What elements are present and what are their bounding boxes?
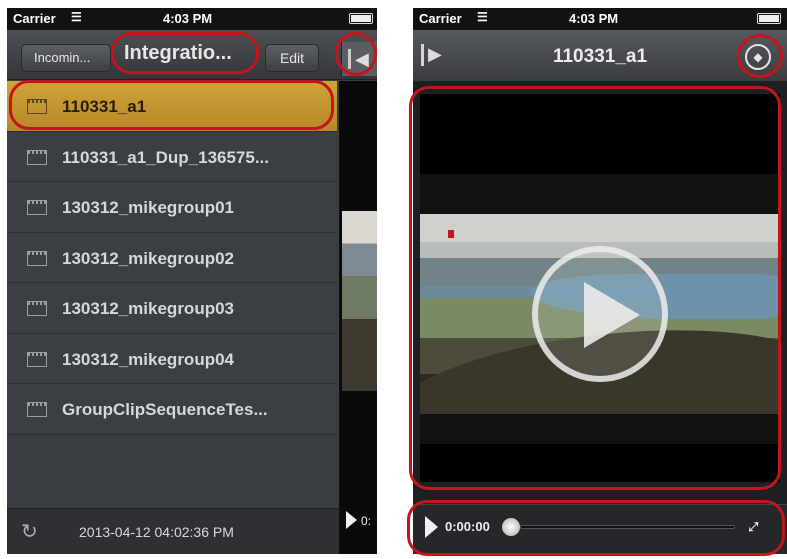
scrub-track[interactable] — [520, 525, 735, 529]
group-clip-icon — [27, 402, 47, 417]
carrier-label: Carrier — [13, 11, 56, 26]
clip-name: 130312_mikegroup03 — [62, 299, 234, 318]
navigation-bar: Incomin... Integratio... Edit ◀ — [7, 30, 377, 80]
list-item[interactable]: 110331_a1_Dup_136575... — [7, 131, 337, 182]
clip-name: 130312_mikegroup04 — [62, 349, 234, 369]
clip-list: 110331_a1 110331_a1_Dup_136575... 130312… — [7, 81, 337, 435]
current-time: 0:00:00 — [445, 519, 490, 534]
clip-name: 110331_a1_Dup_136575... — [62, 147, 270, 167]
fullscreen-icon[interactable]: ↕ — [741, 513, 767, 539]
battery-icon — [349, 13, 373, 24]
right-phone-screen: Carrier ☰ 4:03 PM ▶ 110331_a1 ◆ 0:00:00 … — [413, 8, 787, 554]
clip-name: 130312_mikegroup01 — [62, 198, 234, 217]
clip-icon — [27, 250, 47, 266]
clip-name: 110331_a1 — [62, 97, 147, 116]
play-icon[interactable] — [425, 516, 438, 538]
arrow-left-icon: ◀ — [355, 49, 369, 69]
wifi-icon: ☰ — [477, 10, 488, 24]
list-item[interactable]: 130312_mikegroup02 — [7, 232, 337, 283]
settings-icon[interactable]: ◆ — [745, 44, 771, 70]
list-item[interactable]: GroupClipSequenceTes... — [7, 384, 337, 435]
refresh-icon[interactable]: ↻ — [21, 519, 38, 544]
page-title[interactable]: Integratio... — [124, 42, 232, 65]
back-button[interactable]: Incomin... — [21, 44, 111, 72]
status-bar: Carrier ☰ 4:03 PM — [413, 8, 787, 30]
preview-time-fragment: 0: — [361, 514, 372, 528]
status-time: 4:03 PM — [569, 11, 619, 26]
list-item[interactable]: 110331_a1 — [7, 81, 337, 132]
wifi-icon: ☰ — [71, 10, 82, 24]
video-marker — [448, 230, 454, 238]
collapse-panel-icon — [348, 49, 351, 69]
play-button[interactable] — [532, 246, 668, 382]
battery-icon — [757, 13, 781, 24]
letterbox-bottom — [420, 414, 780, 444]
navigation-bar: ▶ 110331_a1 ◆ — [413, 30, 787, 82]
clip-icon — [27, 351, 47, 367]
clip-title: 110331_a1 — [552, 46, 648, 67]
clip-icon — [27, 200, 47, 215]
list-item[interactable]: 130312_mikegroup03 — [7, 283, 337, 334]
edit-button[interactable]: Edit — [265, 44, 319, 72]
left-phone-screen: Carrier ☰ 4:03 PM Incomin... Integratio.… — [7, 8, 377, 554]
clip-icon — [27, 301, 47, 316]
list-item[interactable]: 130312_mikegroup04 — [7, 333, 337, 384]
status-time: 4:03 PM — [163, 11, 213, 26]
clip-icon — [27, 149, 47, 165]
carrier-label: Carrier — [419, 11, 462, 26]
letterbox-top — [420, 174, 780, 214]
clip-icon — [27, 99, 47, 114]
playback-controls: 0:00:00 ↕ — [413, 504, 787, 554]
clip-name: GroupClipSequenceTes... — [62, 400, 268, 419]
collapse-panel-button[interactable]: ◀ — [341, 42, 377, 76]
play-icon — [584, 282, 640, 348]
video-thumbnail — [342, 211, 377, 391]
list-item[interactable]: 130312_mikegroup01 — [7, 182, 337, 233]
status-bar: Carrier ☰ 4:03 PM — [7, 8, 377, 30]
scrub-handle[interactable] — [502, 518, 520, 536]
viewer-preview-strip: 0: — [339, 81, 377, 554]
last-updated-timestamp: 2013-04-12 04:02:36 PM — [79, 524, 234, 540]
clip-name: 130312_mikegroup02 — [62, 248, 234, 268]
list-footer: ↻ 2013-04-12 04:02:36 PM — [7, 508, 339, 554]
play-icon[interactable] — [346, 511, 357, 529]
video-player[interactable] — [420, 94, 780, 482]
